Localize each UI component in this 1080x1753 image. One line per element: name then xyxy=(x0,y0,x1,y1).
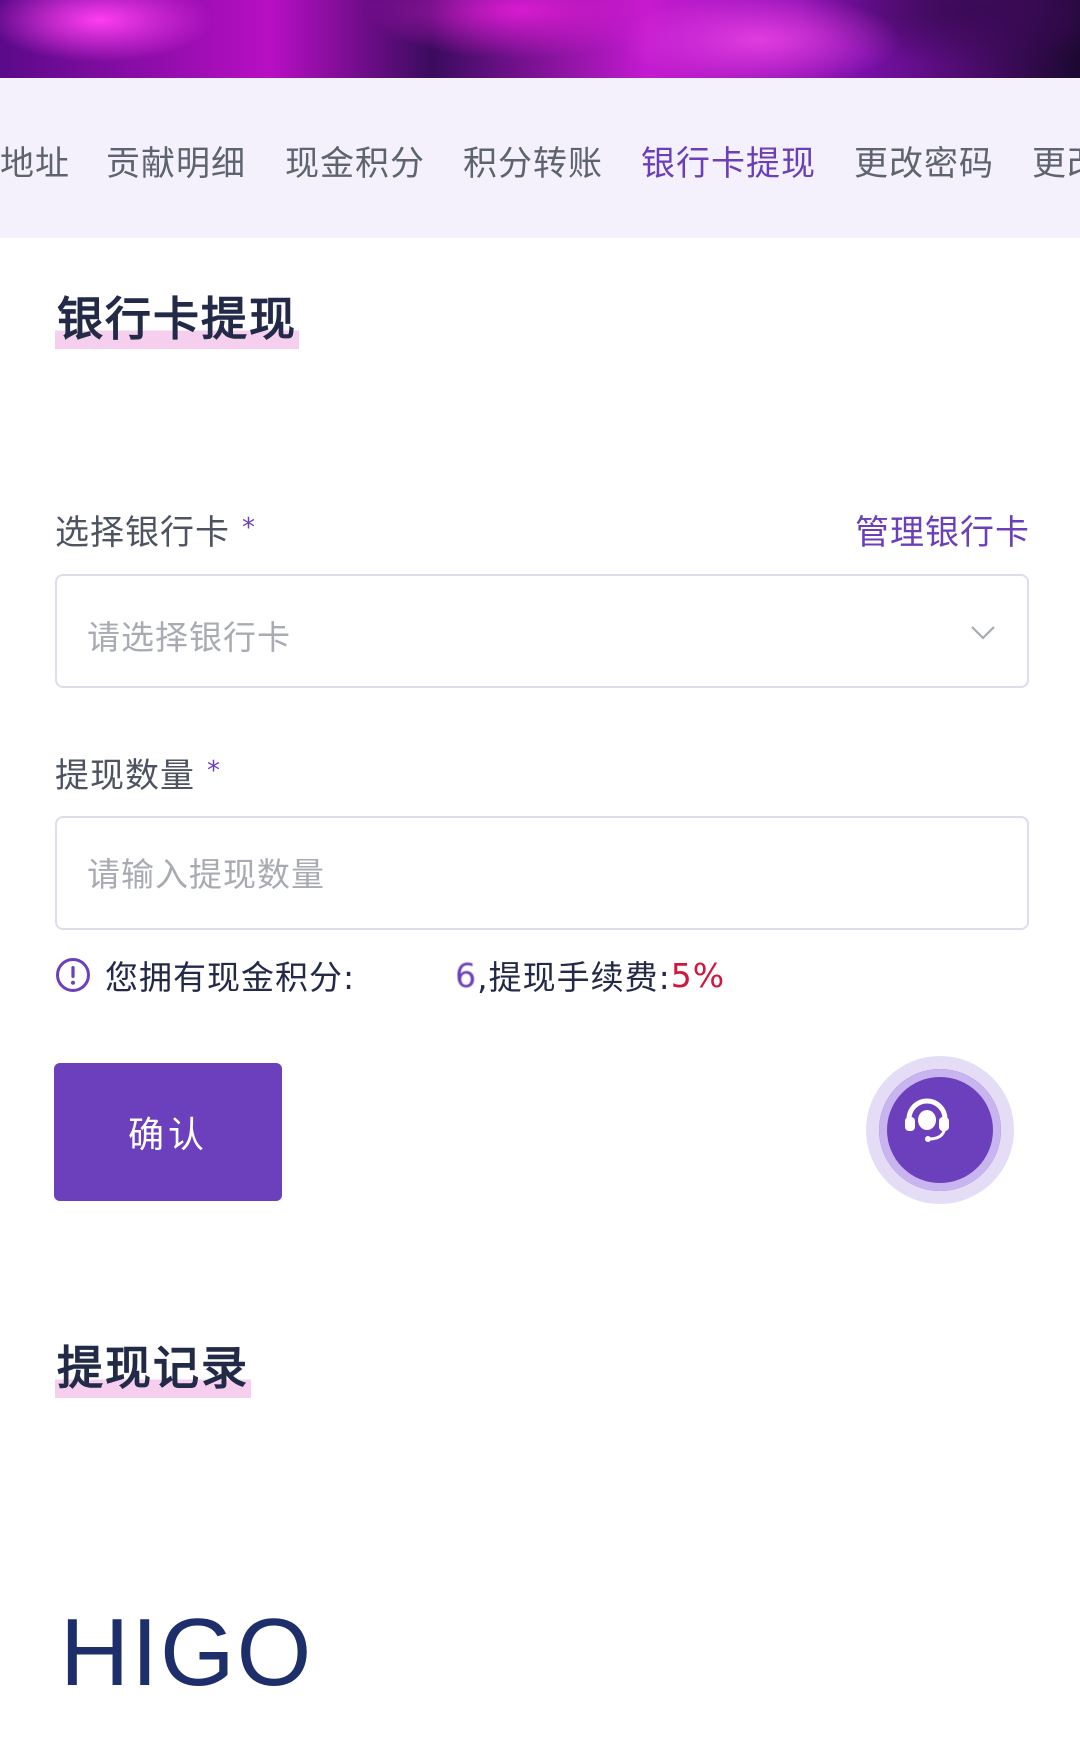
fee-label: ,提现手续费: xyxy=(477,958,671,997)
amount-label: 提现数量 * xyxy=(55,756,221,796)
bank-card-select[interactable]: 请选择银行卡 xyxy=(55,574,1029,688)
customer-service-button[interactable] xyxy=(866,1056,1014,1204)
bank-card-label: 选择银行卡 * xyxy=(55,513,256,553)
alert-circle-icon xyxy=(56,958,90,992)
tab-cash-points[interactable]: 现金积分 xyxy=(285,136,425,185)
required-mark: * xyxy=(242,513,256,543)
manage-bank-card-link[interactable]: 管理银行卡 xyxy=(855,505,1030,554)
headset-icon xyxy=(905,1098,949,1142)
tab-address[interactable]: 地址 xyxy=(0,136,70,185)
page-title: 银行卡提现 xyxy=(55,283,299,349)
balance-info: 您拥有现金积分: 6 ,提现手续费: 5% xyxy=(55,950,725,1000)
redacted-region xyxy=(355,955,456,995)
bank-card-placeholder: 请选择银行卡 xyxy=(87,618,291,657)
required-mark: * xyxy=(207,756,221,786)
balance-prefix: 您拥有现金积分: xyxy=(105,958,356,997)
chevron-down-icon xyxy=(971,626,995,640)
confirm-button[interactable]: 确认 xyxy=(54,1063,282,1201)
tab-contribution-detail[interactable]: 贡献明细 xyxy=(106,136,246,185)
records-title: 提现记录 xyxy=(55,1332,251,1398)
tab-change-password[interactable]: 更改密码 xyxy=(854,136,994,185)
balance-value: 6 xyxy=(455,955,478,995)
brand-logo: HIGO xyxy=(60,1599,314,1706)
tab-bank-withdraw[interactable]: 银行卡提现 xyxy=(641,136,816,185)
tab-points-transfer[interactable]: 积分转账 xyxy=(463,136,603,185)
amount-input[interactable] xyxy=(85,818,969,930)
tab-bar[interactable]: 地址 贡献明细 现金积分 积分转账 银行卡提现 更改密码 更改 xyxy=(0,78,1080,238)
page: 地址 贡献明细 现金积分 积分转账 银行卡提现 更改密码 更改 银行卡提现 选择… xyxy=(0,0,1080,1753)
amount-field[interactable] xyxy=(55,816,1029,930)
tab-change-more[interactable]: 更改 xyxy=(1032,136,1080,185)
header-banner xyxy=(0,0,1080,78)
fee-value: 5% xyxy=(670,955,726,995)
